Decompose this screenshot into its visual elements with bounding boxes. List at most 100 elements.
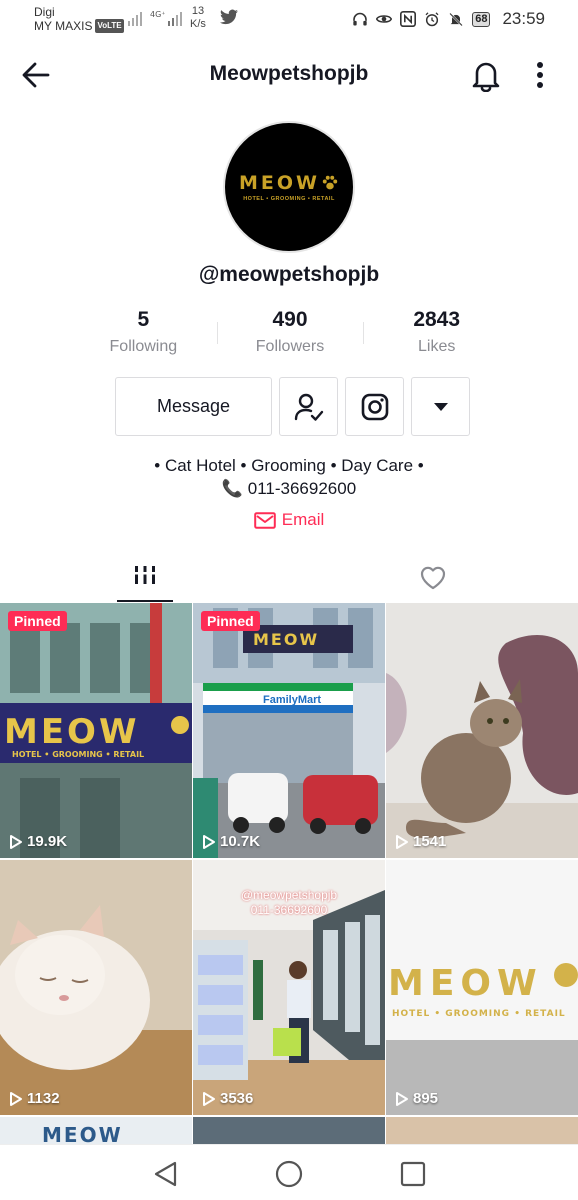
stat-divider <box>216 322 218 344</box>
stat-value: 490 <box>272 308 308 331</box>
stat-label: Followers <box>255 338 325 355</box>
bio: • Cat Hotel • Grooming • Day Care • 📞 01… <box>0 454 578 500</box>
view-count: 895 <box>395 1090 438 1107</box>
stat-likes[interactable]: 2843 Likes <box>363 306 510 366</box>
video-tile[interactable]: MEOW HOTEL • GROOMING • RETAIL Pinned 19… <box>0 603 192 858</box>
stat-divider <box>363 322 365 344</box>
video-tile[interactable]: MEOW HOTEL • GROOMING • RETAIL 895 <box>386 860 578 1115</box>
email-label: Email <box>281 510 325 529</box>
stat-label: Following <box>109 338 178 355</box>
more-options-button[interactable] <box>528 60 552 92</box>
video-tile[interactable] <box>193 1117 385 1147</box>
circle-home-icon <box>275 1160 303 1188</box>
battery-indicator: 68 <box>472 11 491 27</box>
alarm-icon <box>424 11 440 27</box>
nav-back-button[interactable] <box>150 1159 180 1189</box>
following-status-button[interactable] <box>279 377 338 436</box>
play-icon <box>203 834 215 849</box>
square-recents-icon <box>400 1161 426 1187</box>
bell-icon <box>472 62 500 93</box>
logo-text: MEOW <box>239 172 339 194</box>
user-check-icon <box>294 393 323 421</box>
svg-text:HOTEL • GROOMING • RETAIL: HOTEL • GROOMING • RETAIL <box>392 1009 566 1019</box>
stat-value: 5 <box>137 308 150 331</box>
video-tile[interactable]: MEOW FamilyMart Pinned 10.7K <box>193 603 385 858</box>
svg-text:FamilyMart: FamilyMart <box>263 694 321 706</box>
tab-liked[interactable] <box>410 556 456 602</box>
overlay-phone: 011-36692600 <box>250 903 328 917</box>
video-overlay-text: @meowpetshopjb 011-36692600 <box>193 888 385 918</box>
play-icon <box>203 1091 215 1106</box>
top-nav: Meowpetshopjb <box>0 50 578 100</box>
nav-home-button[interactable] <box>274 1159 304 1189</box>
more-actions-dropdown[interactable] <box>411 377 470 436</box>
active-tab-indicator <box>117 600 173 602</box>
view-count: 10.7K <box>202 833 260 850</box>
stat-label: Likes <box>418 338 456 355</box>
avatar[interactable]: MEOW HOTEL • GROOMING • RETAIL <box>223 121 355 253</box>
email-link[interactable]: Email <box>0 510 578 530</box>
tab-videos[interactable] <box>117 556 173 602</box>
video-thumbnail <box>386 603 578 858</box>
video-tile[interactable] <box>386 1117 578 1147</box>
svg-text:MEOW: MEOW <box>253 630 319 649</box>
carrier-2: MY MAXIS <box>34 19 93 33</box>
video-thumbnail: MEOW HOTEL • GROOMING • RETAIL <box>386 860 578 1115</box>
svg-text:MEOW: MEOW <box>388 963 543 1004</box>
logo-subtitle: HOTEL • GROOMING • RETAIL <box>243 196 335 202</box>
video-thumbnail: MEOW HOTEL • GROOMING • RETAIL <box>0 603 192 858</box>
play-icon <box>10 1091 22 1106</box>
headphones-icon <box>352 11 368 27</box>
network-type: 4G⁺ <box>150 10 166 19</box>
video-thumbnail <box>0 860 192 1115</box>
bio-phone: 011-36692600 <box>247 479 357 498</box>
paw-icon <box>322 175 338 190</box>
profile-stats: 5 Following 490 Followers 2843 Likes <box>70 306 510 366</box>
pinned-badge: Pinned <box>8 611 67 631</box>
caret-down-icon <box>433 402 448 411</box>
video-thumbnail: MEOW FamilyMart <box>193 603 385 858</box>
more-vertical-icon <box>537 62 543 88</box>
status-icons: 68 23:59 <box>352 9 545 29</box>
stat-value: 2843 <box>413 308 461 331</box>
play-icon <box>396 834 408 849</box>
view-count: 19.9K <box>9 833 67 850</box>
play-icon <box>396 1091 408 1106</box>
instagram-button[interactable] <box>345 377 404 436</box>
svg-text:MEOW: MEOW <box>4 712 139 752</box>
clock: 23:59 <box>502 9 545 28</box>
nav-recents-button[interactable] <box>398 1159 428 1189</box>
video-tile[interactable]: 1132 <box>0 860 192 1115</box>
speed-unit: K/s <box>190 18 206 30</box>
signal-icon: 4G⁺ <box>128 8 184 31</box>
pinned-badge: Pinned <box>201 611 260 631</box>
heart-icon <box>420 566 446 590</box>
status-bar: Digi MY MAXIS VoLTE 4G⁺ 13 K/s 68 23:59 <box>0 0 578 44</box>
bio-text: • Cat Hotel • Grooming • Day Care • <box>154 456 424 475</box>
username-handle: @meowpetshopjb <box>198 263 380 286</box>
volte-badge: VoLTE <box>95 19 124 33</box>
video-tile[interactable]: MEOW <box>0 1117 192 1147</box>
profile-actions: Message <box>115 377 470 436</box>
play-icon <box>10 834 22 849</box>
phone-icon: 📞 <box>221 479 244 498</box>
mute-icon <box>448 11 464 27</box>
message-button[interactable]: Message <box>115 377 272 436</box>
stat-following[interactable]: 5 Following <box>70 306 217 366</box>
video-tile[interactable]: 1541 <box>386 603 578 858</box>
content-tabs <box>0 556 578 602</box>
eye-icon <box>376 11 393 27</box>
grid-icon <box>133 566 157 584</box>
stat-followers[interactable]: 490 Followers <box>216 306 364 366</box>
instagram-icon <box>361 393 388 420</box>
nfc-icon <box>400 11 417 27</box>
carrier-1: Digi <box>34 5 55 19</box>
view-count: 1132 <box>9 1090 60 1107</box>
carrier-info: Digi MY MAXIS VoLTE <box>34 5 124 33</box>
svg-text:HOTEL • GROOMING • RETAIL: HOTEL • GROOMING • RETAIL <box>12 750 144 759</box>
network-speed: 13 K/s <box>190 5 206 31</box>
video-tile[interactable]: @meowpetshopjb 011-36692600 3536 <box>193 860 385 1115</box>
notification-button[interactable] <box>470 58 502 93</box>
bio-phone-line: 📞 011-36692600 <box>0 477 578 500</box>
overlay-handle: @meowpetshopjb <box>240 888 338 902</box>
